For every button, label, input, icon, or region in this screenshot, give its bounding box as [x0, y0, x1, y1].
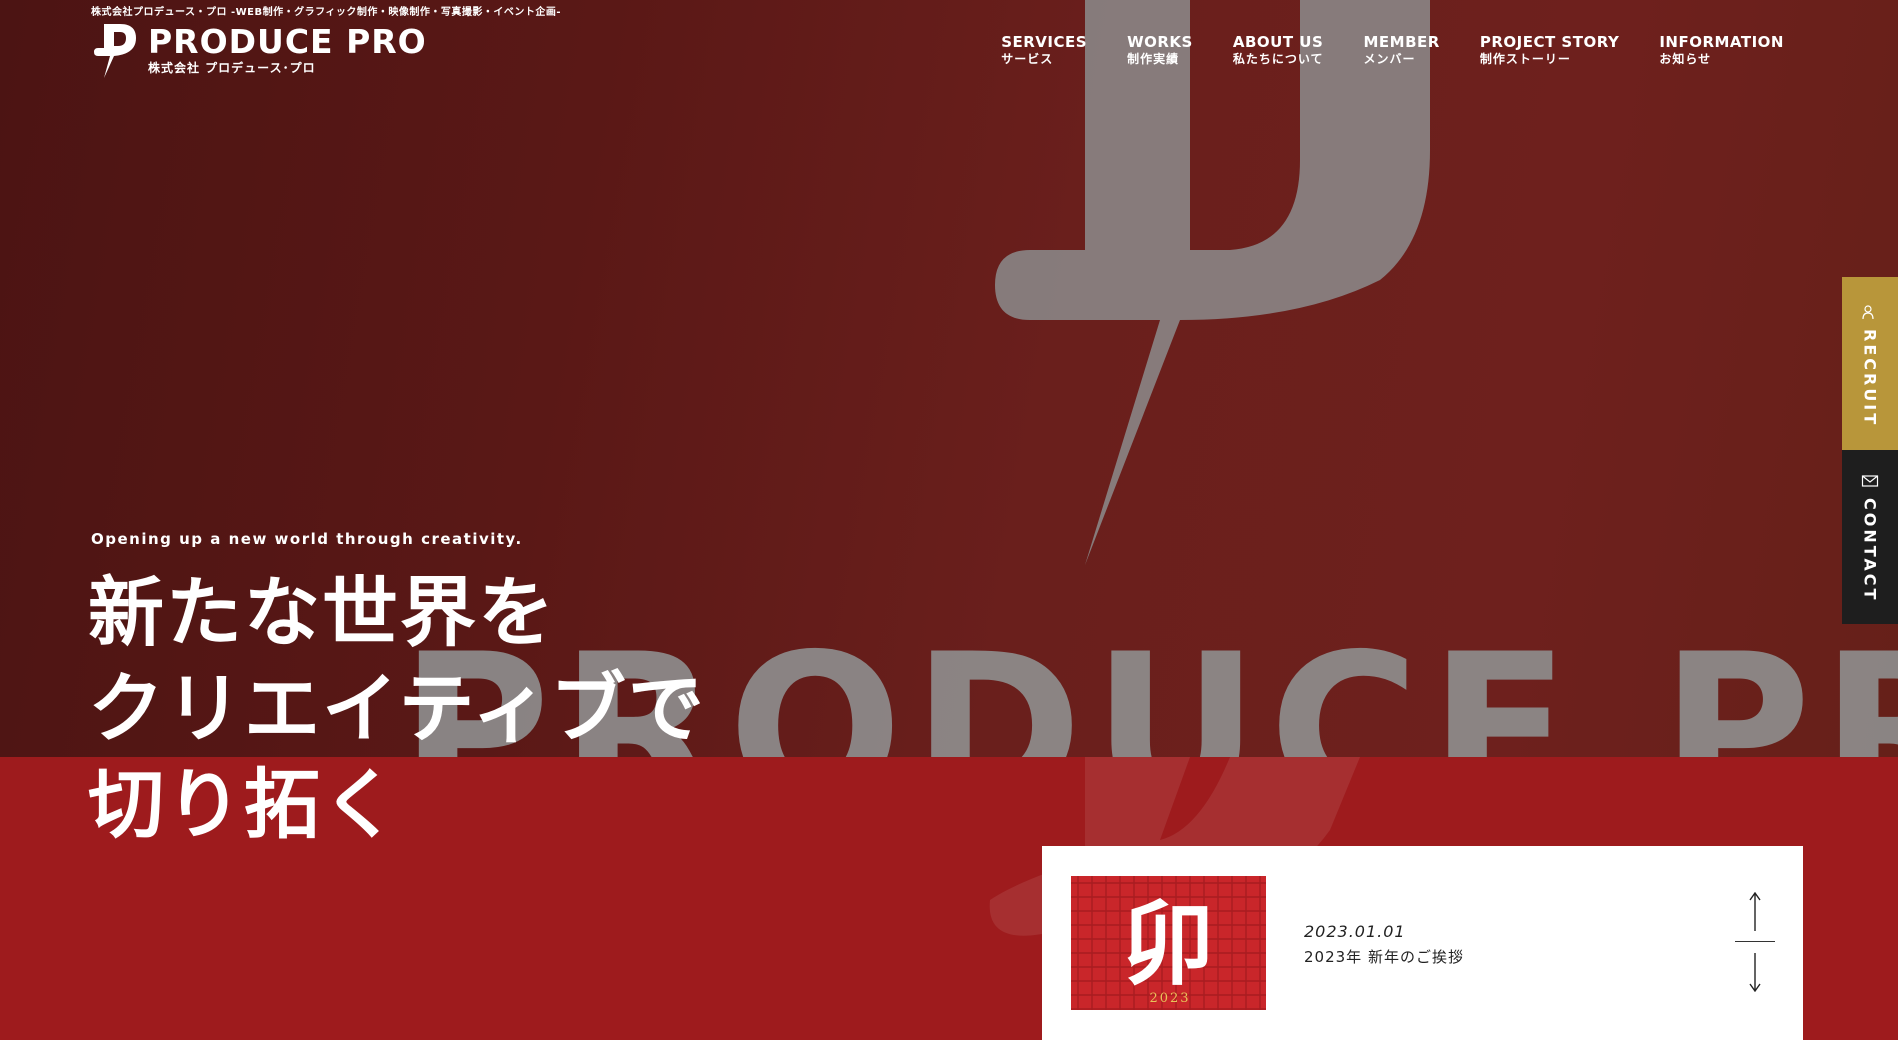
- nav-label-en: INFORMATION: [1659, 33, 1784, 51]
- person-icon: [1862, 305, 1874, 320]
- recruit-tab[interactable]: RECRUIT: [1842, 277, 1898, 450]
- nav-item-information[interactable]: INFORMATION お知らせ: [1659, 33, 1784, 67]
- new-year-card-image: 卯 2023: [1071, 876, 1266, 1010]
- nav-item-about-us[interactable]: ABOUT US 私たちについて: [1233, 33, 1324, 67]
- nav-item-works[interactable]: WORKS 制作実績: [1127, 33, 1193, 67]
- hero-subtitle: Opening up a new world through creativit…: [91, 530, 523, 548]
- nav-item-member[interactable]: MEMBER メンバー: [1364, 33, 1440, 67]
- nav-label-ja: 制作ストーリー: [1479, 52, 1571, 66]
- thumb-char: 卯: [1122, 890, 1214, 998]
- nav-label-ja: 制作実績: [1127, 52, 1180, 66]
- nav-label-ja: 私たちについて: [1232, 52, 1324, 66]
- logo-name: PRODUCE PRO: [148, 22, 427, 61]
- hero-headline-line: 新たな世界を: [88, 568, 556, 657]
- hero-headline: 新たな世界を クリエイティブで 切り拓く: [88, 565, 706, 853]
- hero-headline-line: 切り拓く: [88, 760, 400, 849]
- news-date: 2023.01.01: [1304, 922, 1406, 941]
- news-thumbnail[interactable]: 卯 2023: [1071, 876, 1266, 1010]
- arrow-down-icon: [1749, 953, 1761, 992]
- main-nav: SERVICES サービス WORKS 制作実績 ABOUT US 私たちについ…: [1001, 33, 1784, 67]
- site-tagline: 株式会社プロデュース・プロ -WEB制作・グラフィック制作・映像制作・写真撮影・…: [91, 7, 562, 18]
- news-pager: [1735, 890, 1775, 994]
- nav-label-en: MEMBER: [1363, 33, 1440, 51]
- nav-label-en: SERVICES: [1001, 33, 1088, 51]
- nav-label-ja: メンバー: [1363, 52, 1416, 66]
- news-title[interactable]: 2023年 新年のご挨拶: [1304, 946, 1464, 967]
- recruit-label: RECRUIT: [1860, 329, 1880, 428]
- arrow-up-icon: [1749, 892, 1761, 931]
- nav-item-project-story[interactable]: PROJECT STORY 制作ストーリー: [1480, 33, 1619, 67]
- contact-label: CONTACT: [1860, 498, 1880, 603]
- thumb-year: 2023: [1149, 991, 1190, 1006]
- nav-item-services[interactable]: SERVICES サービス: [1001, 33, 1087, 67]
- hero-headline-line: クリエイティブで: [88, 664, 706, 753]
- side-tabs: RECRUIT CONTACT: [1842, 277, 1898, 624]
- next-news-button[interactable]: [1735, 950, 1775, 994]
- contact-tab[interactable]: CONTACT: [1842, 450, 1898, 624]
- nav-label-en: PROJECT STORY: [1479, 33, 1620, 51]
- logo-subtitle: 株式会社 プロデュース･プロ: [148, 61, 316, 75]
- nav-label-en: ABOUT US: [1232, 33, 1324, 51]
- nav-label-ja: サービス: [1001, 52, 1054, 66]
- news-card[interactable]: 卯 2023 2023.01.01 2023年 新年のご挨拶: [1042, 846, 1803, 1040]
- nav-label-ja: お知らせ: [1659, 52, 1712, 66]
- logo-p-icon: [94, 24, 136, 78]
- mail-icon: [1861, 475, 1879, 487]
- prev-news-button[interactable]: [1735, 890, 1775, 934]
- nav-label-en: WORKS: [1127, 33, 1193, 51]
- pager-divider: [1735, 941, 1775, 942]
- site-logo[interactable]: PRODUCE PRO 株式会社 プロデュース･プロ: [90, 20, 427, 80]
